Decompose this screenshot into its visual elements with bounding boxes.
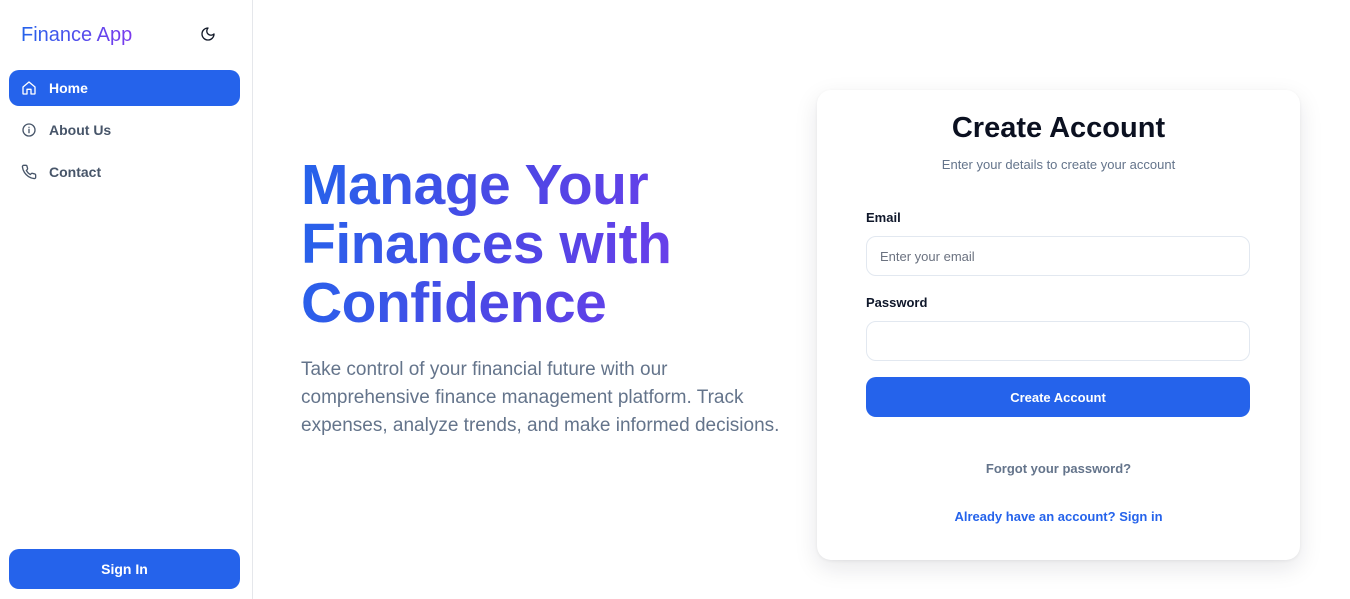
sidebar-item-label: Contact bbox=[49, 164, 102, 180]
hero-description: Take control of your financial future wi… bbox=[301, 359, 780, 436]
sidebar-item-home[interactable]: Home bbox=[9, 70, 240, 106]
home-icon bbox=[21, 80, 37, 96]
create-account-button[interactable]: Create Account bbox=[866, 377, 1250, 417]
password-label: Password bbox=[866, 295, 928, 310]
phone-icon bbox=[21, 164, 37, 180]
sign-in-link[interactable]: Already have an account? Sign in bbox=[817, 509, 1300, 524]
sidebar-item-label: Home bbox=[49, 80, 88, 96]
email-field[interactable] bbox=[866, 236, 1250, 276]
theme-toggle-button[interactable] bbox=[196, 22, 220, 46]
form-title: Create Account bbox=[951, 112, 1166, 144]
sidebar-sign-in-button[interactable]: Sign In bbox=[9, 549, 240, 589]
sidebar: Finance App Home About Us Contact Sign I… bbox=[0, 0, 253, 599]
info-icon bbox=[21, 122, 37, 138]
sidebar-item-label: About Us bbox=[49, 122, 112, 138]
password-field[interactable] bbox=[866, 321, 1250, 361]
app-root: Finance App Home About Us Contact Sign I… bbox=[0, 0, 1350, 599]
brand-logo[interactable]: Finance App bbox=[21, 22, 132, 48]
create-account-card: Create Account Enter your details to cre… bbox=[817, 90, 1300, 560]
moon-icon bbox=[201, 27, 215, 41]
email-label: Email bbox=[866, 210, 901, 225]
hero-title: Manage Your Finances with Confidence bbox=[301, 156, 781, 333]
sidebar-item-contact[interactable]: Contact bbox=[9, 154, 240, 190]
sidebar-nav: Home About Us Contact bbox=[9, 70, 240, 196]
form-subtitle: Enter your details to create your accoun… bbox=[941, 157, 1176, 172]
forgot-password-link[interactable]: Forgot your password? bbox=[817, 461, 1300, 476]
sidebar-item-about-us[interactable]: About Us bbox=[9, 112, 240, 148]
